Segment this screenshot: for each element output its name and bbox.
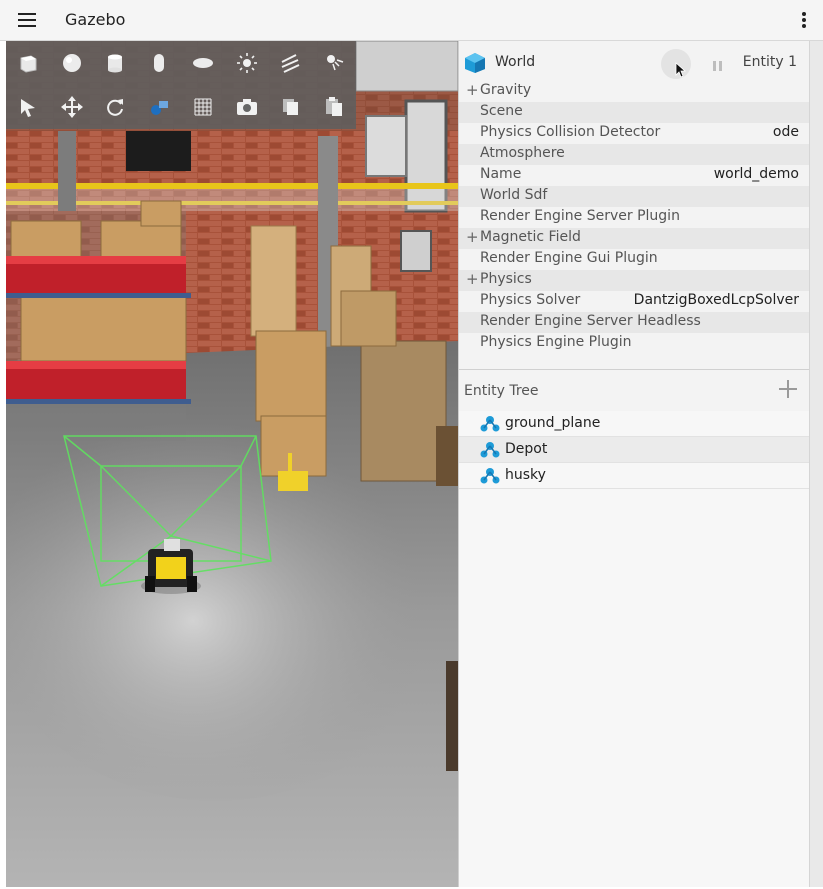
transform-control-icon[interactable]: [137, 85, 181, 129]
translate-mode-icon[interactable]: [50, 85, 94, 129]
property-row: Render Engine Gui Plugin: [459, 249, 809, 270]
panel-scrollbar[interactable]: [809, 41, 823, 887]
hamburger-menu-icon[interactable]: [18, 13, 36, 27]
tree-item[interactable]: ground_plane: [459, 411, 809, 437]
tree-item-label: ground_plane: [505, 415, 601, 431]
copy-icon[interactable]: [269, 85, 313, 129]
rotate-mode-icon[interactable]: [94, 85, 138, 129]
property-label: Physics Engine Plugin: [480, 334, 632, 350]
entity-tree-empty-area: [459, 489, 809, 887]
property-label: Render Engine Gui Plugin: [480, 250, 658, 266]
property-row: Atmosphere: [459, 144, 809, 165]
expand-icon[interactable]: +: [466, 81, 479, 99]
property-value: ode: [772, 124, 799, 140]
property-row: Physics Collision Detector ode: [459, 123, 809, 144]
grid-config-icon[interactable]: [181, 85, 225, 129]
cylinder-shape-icon[interactable]: [94, 41, 138, 85]
expand-icon[interactable]: +: [466, 228, 479, 246]
directional-light-icon[interactable]: [269, 41, 313, 85]
component-title: World: [495, 54, 536, 70]
point-light-icon[interactable]: [225, 41, 269, 85]
title-bar: Gazebo: [0, 0, 823, 41]
entity-tree-title: Entity Tree: [464, 383, 539, 399]
pause-icon[interactable]: [711, 56, 725, 71]
transform-toolbar: [6, 85, 356, 129]
scene-viewport[interactable]: [6, 41, 458, 887]
capsule-shape-icon[interactable]: [137, 41, 181, 85]
property-label: Scene: [480, 103, 523, 119]
property-label: Physics: [480, 271, 532, 287]
panel-divider: [459, 369, 809, 370]
property-label: Atmosphere: [480, 145, 565, 161]
property-list: + Gravity Scene Physics Collision Detector o…: [459, 81, 809, 354]
app-title: Gazebo: [65, 10, 126, 29]
box-shape-icon[interactable]: [6, 41, 50, 85]
model-icon: [480, 468, 500, 484]
property-row: Physics Engine Plugin: [459, 333, 809, 354]
more-options-icon[interactable]: [801, 12, 807, 30]
property-label: Render Engine Server Plugin: [480, 208, 680, 224]
property-label: Magnetic Field: [480, 229, 581, 245]
property-label: Name: [480, 166, 522, 182]
property-row[interactable]: + Magnetic Field: [459, 228, 809, 249]
property-row: World Sdf: [459, 186, 809, 207]
entity-id-label: Entity 1: [742, 54, 797, 70]
side-panel: World Entity 1 + Gravity Scene Physics Coll…: [458, 41, 809, 887]
screenshot-icon[interactable]: [225, 85, 269, 129]
shapes-toolbar: [6, 41, 356, 85]
tree-item-label: Depot: [505, 441, 548, 457]
property-row: Physics Solver DantzigBoxedLcpSolver: [459, 291, 809, 312]
property-row: Name world_demo: [459, 165, 809, 186]
entity-tree-list: ground_plane Depot husky: [459, 411, 809, 489]
tree-item-label: husky: [505, 467, 546, 483]
select-mode-icon[interactable]: [6, 85, 50, 129]
property-value: world_demo: [713, 166, 799, 182]
property-row: Render Engine Server Plugin: [459, 207, 809, 228]
tree-item[interactable]: Depot: [459, 437, 809, 463]
add-entity-icon[interactable]: [779, 380, 797, 398]
entity-tree-header: Entity Tree: [459, 371, 809, 411]
property-label: World Sdf: [480, 187, 548, 203]
paste-icon[interactable]: [312, 85, 356, 129]
property-row: Render Engine Server Headless: [459, 312, 809, 333]
warehouse-scene: [6, 41, 458, 887]
sphere-shape-icon[interactable]: [50, 41, 94, 85]
property-label: Physics Solver: [480, 292, 581, 308]
property-label: Gravity: [480, 82, 532, 98]
mouse-cursor-icon: [675, 62, 687, 78]
model-icon: [480, 416, 500, 432]
tree-item[interactable]: husky: [459, 463, 809, 489]
ellipsoid-shape-icon[interactable]: [181, 41, 225, 85]
spot-light-icon[interactable]: [312, 41, 356, 85]
property-value: DantzigBoxedLcpSolver: [633, 292, 799, 308]
property-label: Physics Collision Detector: [480, 124, 661, 140]
property-row: Scene: [459, 102, 809, 123]
property-row[interactable]: + Physics: [459, 270, 809, 291]
model-icon: [480, 442, 500, 458]
expand-icon[interactable]: +: [466, 270, 479, 288]
property-row[interactable]: + Gravity: [459, 81, 809, 102]
component-inspector-header: World Entity 1: [459, 41, 809, 85]
property-label: Render Engine Server Headless: [480, 313, 701, 329]
world-cube-icon: [465, 53, 485, 73]
